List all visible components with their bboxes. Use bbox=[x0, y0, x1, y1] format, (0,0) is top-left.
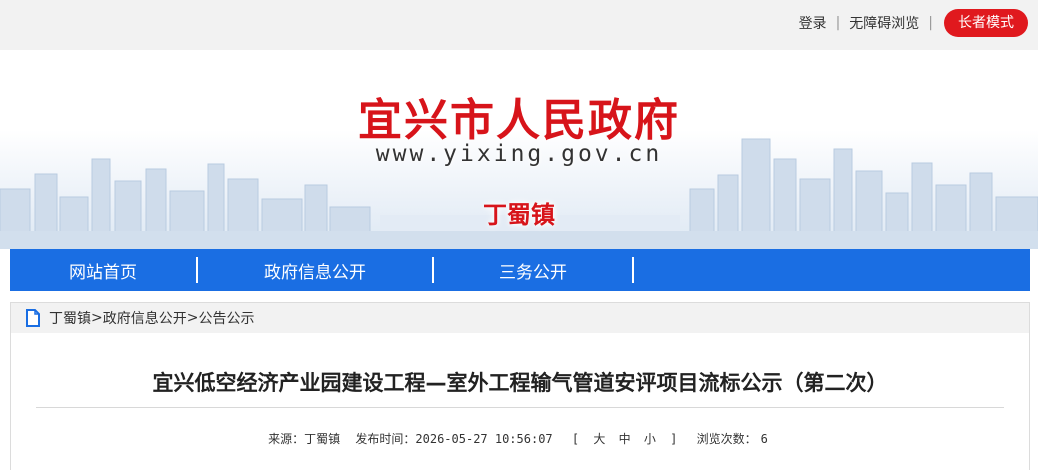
divider: | bbox=[835, 15, 841, 31]
view-count-value: 6 bbox=[760, 432, 768, 446]
town-name: 丁蜀镇 bbox=[483, 201, 555, 229]
site-title: 宜兴市人民政府 bbox=[358, 95, 680, 146]
header-banner: 宜兴市人民政府 www.yixing.gov.cn 丁蜀镇 bbox=[0, 50, 1038, 249]
bracket-close: ] bbox=[670, 432, 678, 446]
article-source: 来源：丁蜀镇 bbox=[268, 432, 341, 446]
nav-item-home[interactable]: 网站首页 bbox=[10, 258, 196, 283]
font-size-small-button[interactable]: 小 bbox=[644, 432, 656, 446]
breadcrumb-town[interactable]: 丁蜀镇 bbox=[49, 308, 91, 328]
view-count-label: 浏览次数： bbox=[696, 432, 757, 446]
bracket-open: [ bbox=[571, 432, 580, 446]
elder-mode-button[interactable]: 长者模式 bbox=[944, 9, 1028, 37]
font-size-medium-button[interactable]: 中 bbox=[619, 432, 631, 446]
nav-item-three-affairs[interactable]: 三务公开 bbox=[434, 258, 632, 283]
breadcrumb: 丁蜀镇 > 政府信息公开 > 公告公示 bbox=[11, 303, 1029, 333]
nav-divider bbox=[632, 257, 634, 283]
breadcrumb-gov-info[interactable]: 政府信息公开 bbox=[103, 308, 187, 328]
main-nav: 网站首页 政府信息公开 三务公开 bbox=[10, 249, 1030, 291]
view-count: 浏览次数： 6 bbox=[697, 432, 772, 446]
nav-item-gov-info[interactable]: 政府信息公开 bbox=[198, 258, 432, 283]
divider: | bbox=[928, 15, 933, 31]
accessible-browse-link[interactable]: 无障碍浏览 bbox=[849, 13, 919, 33]
article-meta: 来源：丁蜀镇 发布时间：2026-05-27 10:56:07 [ 大 中 小 … bbox=[11, 430, 1029, 447]
article-title: 宜兴低空经济产业园建设工程—室外工程输气管道安评项目流标公示（第二次） bbox=[152, 371, 888, 395]
top-links: 登录 | 无障碍浏览 | 长者模式 bbox=[799, 8, 1028, 38]
site-url: www.yixing.gov.cn bbox=[375, 141, 663, 167]
font-size-controls: [ 大 中 小 ] bbox=[568, 432, 689, 446]
breadcrumb-separator: > bbox=[91, 310, 103, 326]
top-bar: 登录 | 无障碍浏览 | 长者模式 bbox=[0, 0, 1038, 50]
publish-time: 发布时间：2026-05-27 10:56:07 bbox=[355, 432, 553, 446]
breadcrumb-notices[interactable]: 公告公示 bbox=[198, 308, 254, 328]
font-size-large-button[interactable]: 大 bbox=[593, 432, 605, 446]
breadcrumb-separator: > bbox=[186, 310, 199, 326]
document-icon bbox=[26, 309, 40, 327]
article-panel: 丁蜀镇 > 政府信息公开 > 公告公示 宜兴低空经济产业园建设工程—室外工程输气… bbox=[10, 302, 1030, 470]
login-link[interactable]: 登录 bbox=[799, 13, 827, 33]
title-divider bbox=[36, 407, 1004, 408]
